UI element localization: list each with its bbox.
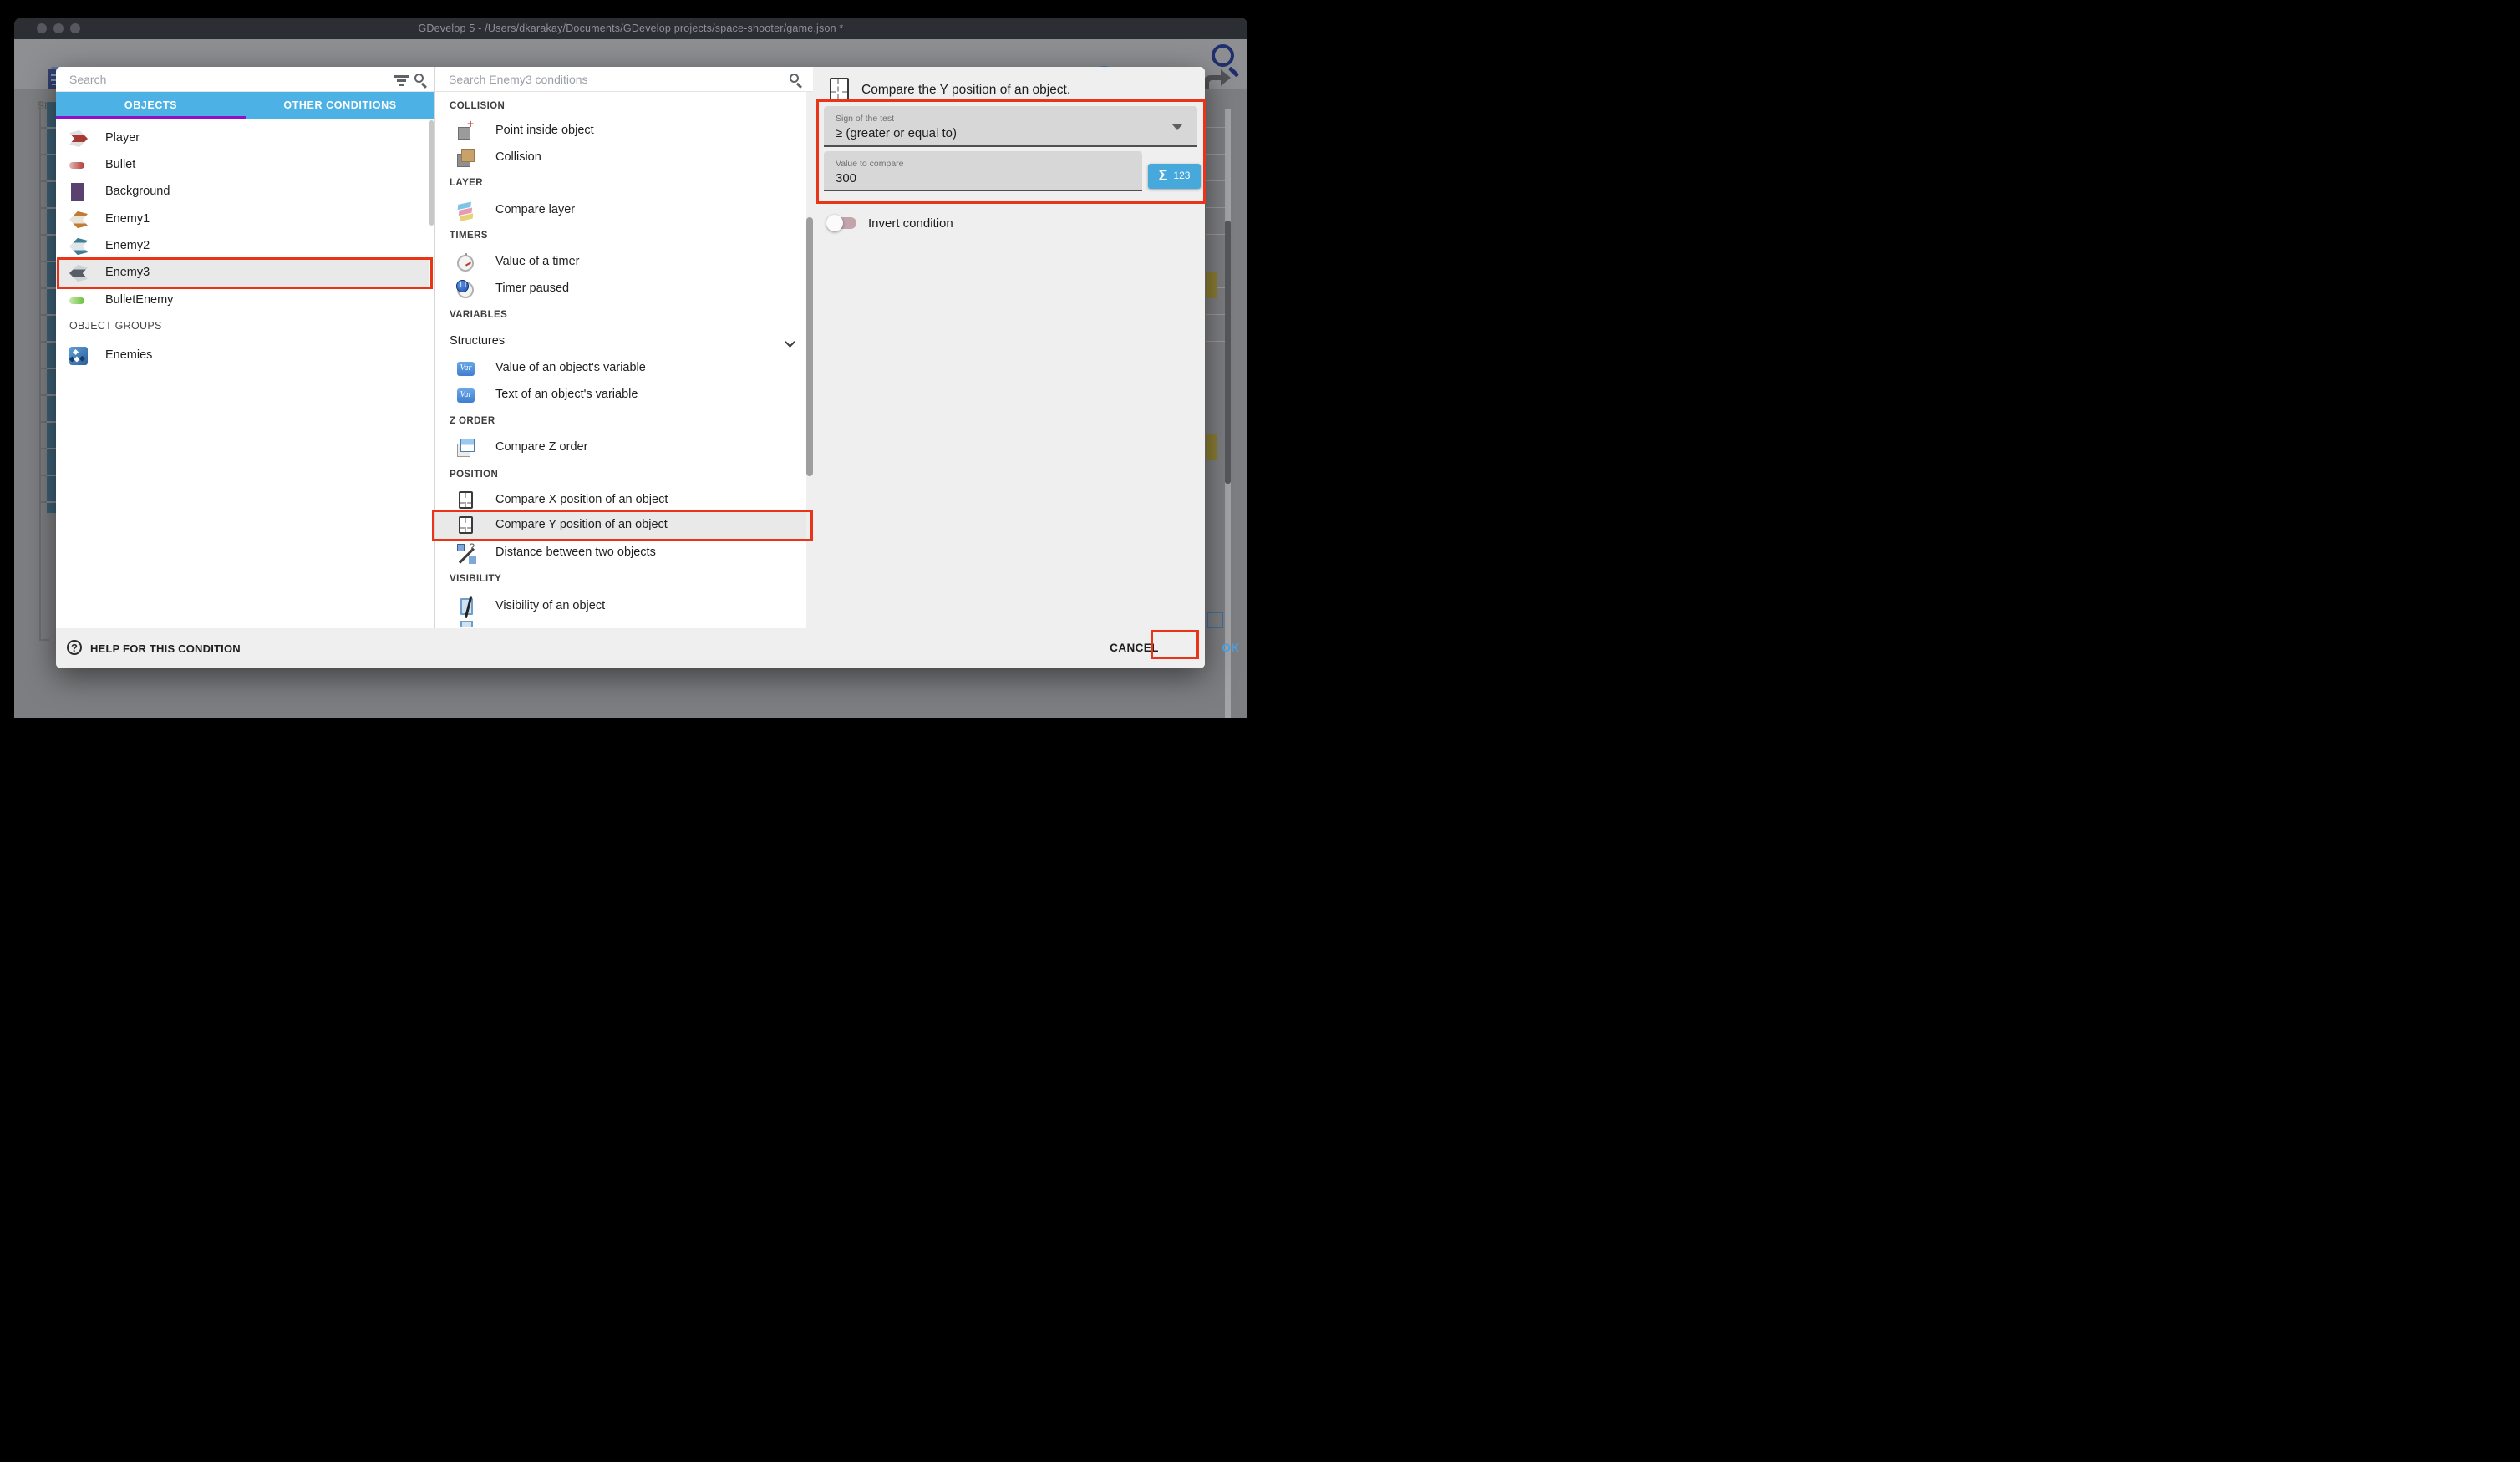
player-ship-icon: [69, 129, 88, 148]
timer-paused-icon: [457, 282, 474, 298]
sigma-icon: Σ: [1159, 167, 1168, 184]
conditions-search-row: [435, 67, 813, 92]
objects-search-input[interactable]: [69, 69, 334, 89]
dropdown-arrow-icon: [1172, 124, 1182, 130]
condition-collision[interactable]: Collision: [435, 145, 808, 171]
section-header-zorder: Z ORDER: [450, 416, 495, 426]
ok-button[interactable]: OK: [1207, 642, 1254, 654]
value-to-compare-field: Value to compare: [824, 151, 1142, 191]
object-row-player[interactable]: Player: [56, 125, 429, 152]
object-row-bulletenemy[interactable]: BulletEnemy: [56, 287, 429, 314]
enemy3-ship-icon: [69, 264, 88, 282]
condition-compare-x[interactable]: Compare X position of an object: [435, 487, 808, 514]
condition-point-inside[interactable]: Point inside object: [435, 118, 808, 145]
condition-timer-value[interactable]: Value of a timer: [435, 249, 808, 276]
distance-icon: ?: [457, 544, 475, 562]
position-grid-icon: [459, 491, 473, 509]
object-row-enemy2[interactable]: Enemy2: [56, 233, 429, 260]
event-condition-cells: [47, 102, 56, 513]
background-sprite-icon: [69, 183, 88, 201]
visibility-icon: [460, 598, 473, 615]
condition-variable-text[interactable]: Text of an object's variable: [435, 382, 808, 409]
condition-compare-y[interactable]: Compare Y position of an object: [435, 512, 808, 539]
condition-editor-dialog: OBJECTS OTHER CONDITIONS Player Bullet B…: [56, 67, 1205, 668]
section-header-variables: VARIABLES: [450, 310, 507, 320]
dialog-footer: ? HELP FOR THIS CONDITION CANCEL OK: [56, 628, 1205, 668]
condition-title: Compare the Y position of an object.: [861, 83, 1070, 98]
objects-search-row: [56, 67, 434, 92]
event-tree-corner: [39, 639, 49, 641]
event-action-cell: [1206, 272, 1217, 298]
section-header-timers: TIMERS: [450, 231, 488, 241]
position-grid-icon: [459, 516, 473, 534]
toggle-knob: [826, 215, 843, 231]
search-icon: [790, 74, 799, 83]
help-icon[interactable]: ?: [67, 640, 82, 655]
search-events-icon[interactable]: [1212, 44, 1234, 67]
expression-editor-button[interactable]: Σ123: [1148, 164, 1201, 189]
active-tab-indicator: [56, 116, 246, 119]
conditions-search-input[interactable]: [449, 69, 759, 89]
event-action-cell: [1206, 434, 1217, 460]
variable-icon: [457, 362, 475, 376]
cancel-button[interactable]: CANCEL: [1095, 642, 1174, 654]
collision-icon: [457, 149, 475, 167]
titlebar: GDevelop 5 - /Users/dkarakay/Documents/G…: [14, 18, 1247, 39]
tab-other-conditions[interactable]: OTHER CONDITIONS: [246, 92, 434, 119]
section-header-visibility: VISIBILITY: [450, 574, 501, 584]
selected-event-outline: [1207, 612, 1223, 628]
tab-objects[interactable]: OBJECTS: [56, 92, 246, 119]
filter-icon[interactable]: [394, 75, 409, 78]
group-row-enemies[interactable]: Enemies: [56, 343, 429, 369]
section-header-collision: COLLISION: [450, 101, 505, 111]
layers-icon: [455, 200, 477, 221]
bullet-icon: [69, 156, 88, 175]
invert-condition-label: Invert condition: [868, 216, 953, 231]
object-row-background[interactable]: Background: [56, 179, 429, 206]
enemy-bullet-icon: [69, 292, 88, 310]
conditions-panel: COLLISION Point inside object Collision …: [434, 67, 813, 628]
window-title: GDevelop 5 - /Users/dkarakay/Documents/G…: [14, 23, 1247, 34]
section-header-layer: LAYER: [450, 178, 483, 188]
condition-timer-paused[interactable]: Timer paused: [435, 276, 808, 302]
conditions-scrollbar-thumb[interactable]: [806, 217, 813, 476]
condition-detail-panel: Compare the Y position of an object. Sig…: [813, 67, 1205, 628]
search-icon: [414, 74, 424, 83]
timer-icon: [457, 255, 474, 272]
condition-variable-value[interactable]: Value of an object's variable: [435, 355, 808, 382]
object-group-icon: [69, 347, 88, 365]
value-to-compare-input[interactable]: [836, 171, 1090, 185]
sign-of-test-dropdown[interactable]: Sign of the test ≥ (greater or equal to): [824, 106, 1197, 147]
compare-y-position-icon: [830, 78, 849, 100]
screenshot-stage: GDevelop 5 - /Users/dkarakay/Documents/G…: [0, 0, 1260, 731]
help-button[interactable]: HELP FOR THIS CONDITION: [90, 642, 241, 655]
object-row-bullet[interactable]: Bullet: [56, 152, 429, 179]
clipped-icon: [460, 621, 473, 627]
condition-compare-layer[interactable]: Compare layer: [435, 197, 808, 224]
z-order-icon: [457, 439, 475, 457]
variable-icon: [457, 388, 475, 403]
chevron-down-icon: [785, 337, 795, 348]
objects-panel: OBJECTS OTHER CONDITIONS Player Bullet B…: [56, 67, 434, 628]
condition-row-clipped: [435, 621, 808, 628]
enemy1-ship-icon: [69, 211, 88, 229]
condition-visibility[interactable]: Visibility of an object: [435, 593, 808, 620]
invert-condition-toggle[interactable]: [829, 217, 856, 229]
point-inside-icon: [457, 122, 475, 140]
condition-group-structures[interactable]: Structures: [435, 329, 808, 356]
editor-scrollbar-thumb[interactable]: [1225, 221, 1231, 484]
section-header-position: POSITION: [450, 470, 498, 480]
enemy2-ship-icon: [69, 237, 88, 256]
objects-tabbar: OBJECTS OTHER CONDITIONS: [56, 92, 434, 119]
object-row-enemy3[interactable]: Enemy3: [56, 260, 429, 287]
condition-compare-zorder[interactable]: Compare Z order: [435, 434, 808, 461]
object-groups-header: OBJECT GROUPS: [69, 320, 162, 332]
object-row-enemy1[interactable]: Enemy1: [56, 206, 429, 233]
condition-distance[interactable]: ? Distance between two objects: [435, 540, 808, 566]
objects-scrollbar-thumb[interactable]: [429, 120, 434, 226]
